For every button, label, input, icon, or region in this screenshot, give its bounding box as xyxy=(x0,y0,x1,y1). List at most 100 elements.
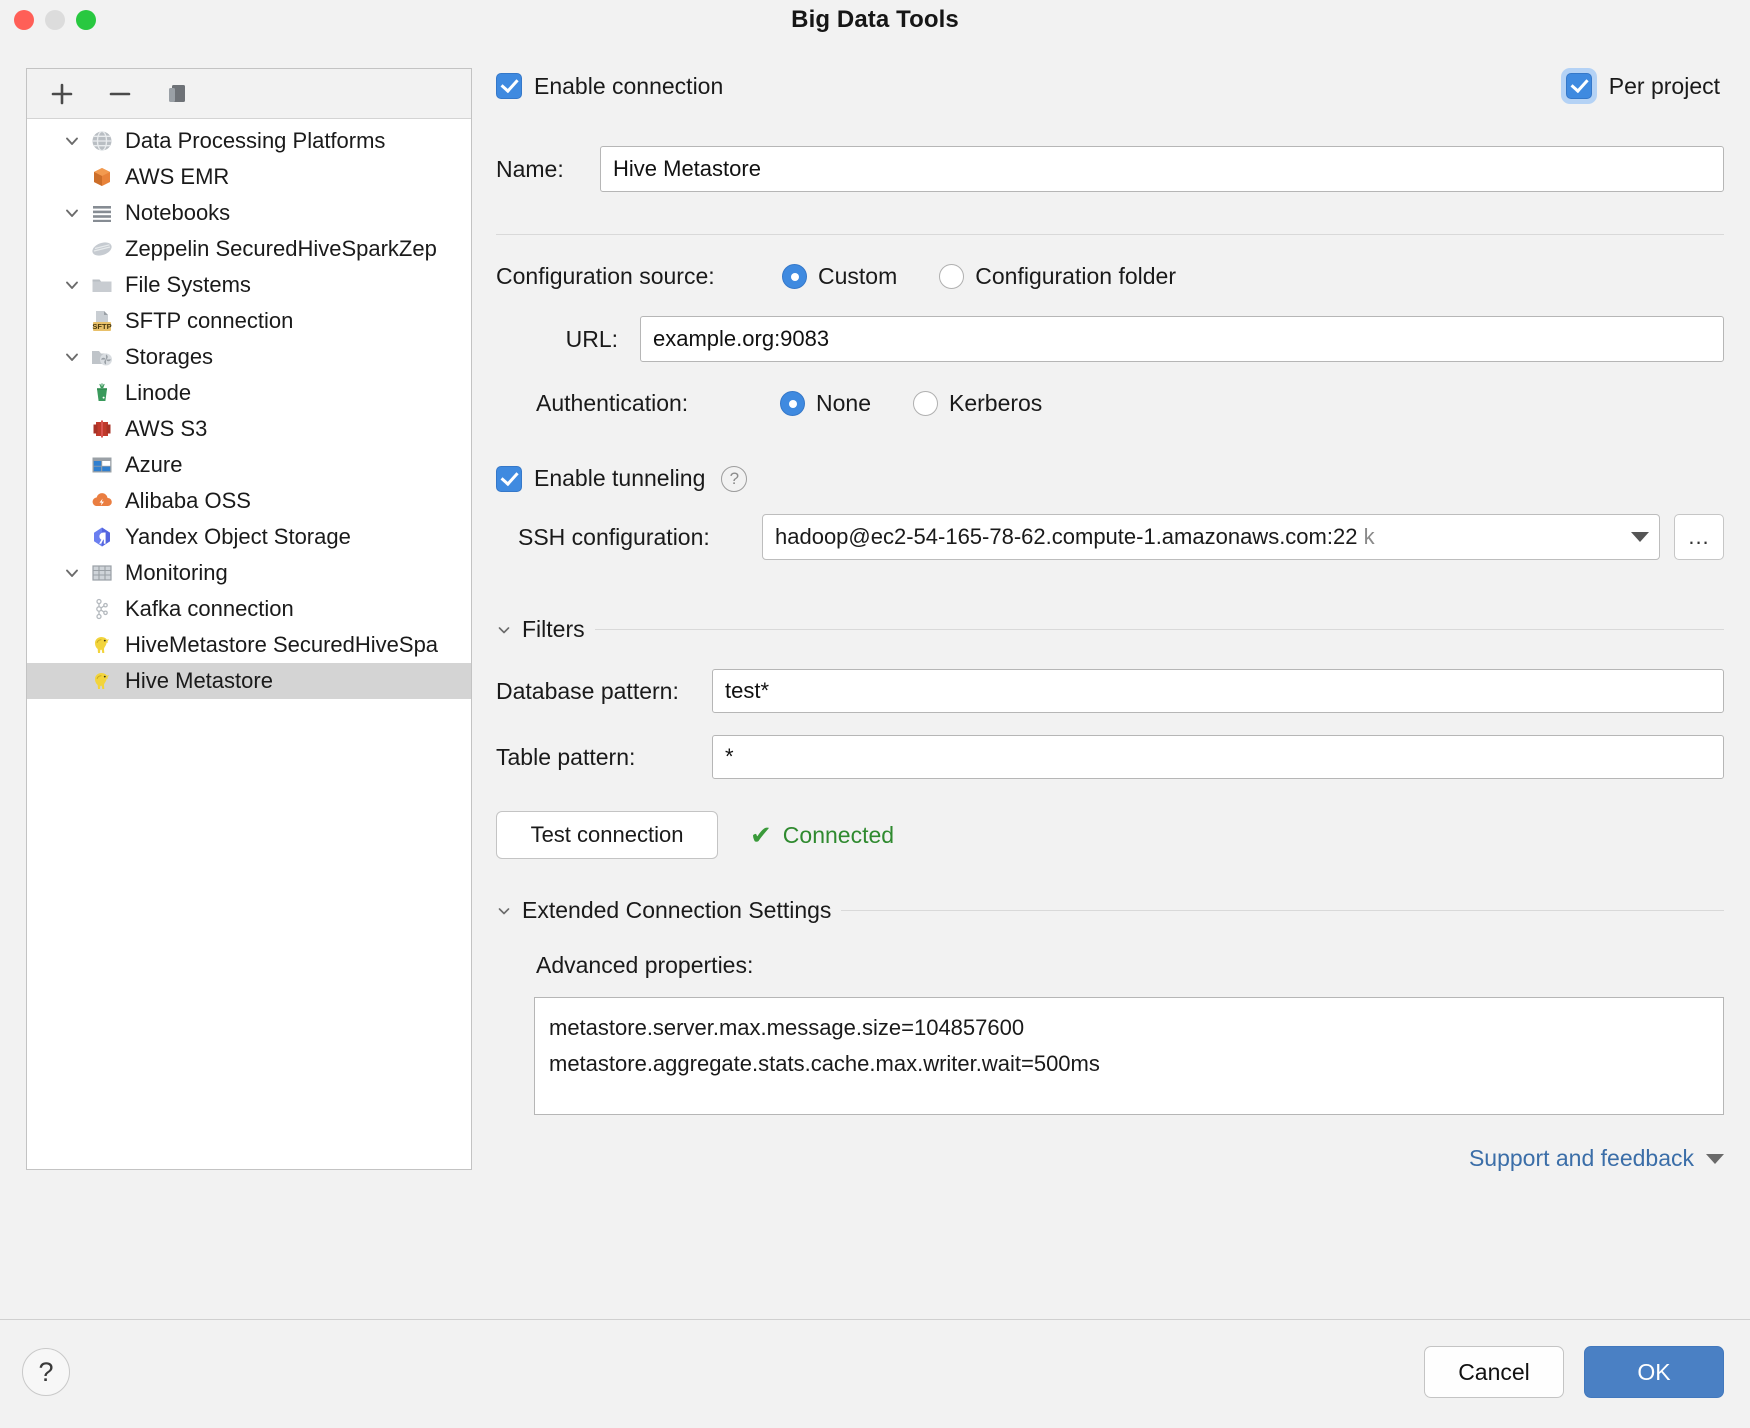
radio-button[interactable] xyxy=(780,391,805,416)
advanced-properties-textarea[interactable]: metastore.server.max.message.size=104857… xyxy=(534,997,1724,1115)
connections-tree-panel: Data Processing Platforms AWS EMR Notebo… xyxy=(26,68,472,1170)
chevron-down-icon[interactable] xyxy=(57,348,87,366)
dialog-content: Data Processing Platforms AWS EMR Notebo… xyxy=(0,44,1750,1320)
configuration-source-row: Configuration source: Custom Configurati… xyxy=(496,263,1724,290)
tree-node-azure[interactable]: Azure xyxy=(27,447,471,483)
tree-node-zeppelin[interactable]: Zeppelin SecuredHiveSparkZep xyxy=(27,231,471,267)
name-row: Name: Hive Metastore xyxy=(496,146,1724,192)
tree-node-hive-metastore-secured[interactable]: HiveMetastore SecuredHiveSpa xyxy=(27,627,471,663)
chevron-down-icon[interactable] xyxy=(57,276,87,294)
svg-text:SFTP: SFTP xyxy=(92,322,111,331)
azure-icon xyxy=(87,451,117,479)
section-rule xyxy=(841,910,1724,911)
window-title: Big Data Tools xyxy=(0,6,1750,34)
tree-node-label: SFTP connection xyxy=(125,308,293,334)
support-and-feedback-link[interactable]: Support and feedback xyxy=(1469,1145,1724,1172)
radio-none[interactable]: None xyxy=(780,390,871,417)
filters-title: Filters xyxy=(522,616,585,643)
enable-connection-label: Enable connection xyxy=(534,73,723,100)
tree-node-monitoring[interactable]: Monitoring xyxy=(27,555,471,591)
test-connection-button[interactable]: Test connection xyxy=(496,811,718,859)
tree-node-sftp-connection[interactable]: SFTP SFTP connection xyxy=(27,303,471,339)
table-pattern-row: Table pattern: * xyxy=(496,735,1724,779)
radio-kerberos[interactable]: Kerberos xyxy=(913,390,1042,417)
chevron-down-icon[interactable] xyxy=(57,564,87,582)
radio-configuration-folder[interactable]: Configuration folder xyxy=(939,263,1176,290)
ssh-browse-button[interactable]: ... xyxy=(1674,514,1724,560)
radio-button[interactable] xyxy=(782,264,807,289)
radio-configuration-folder-label: Configuration folder xyxy=(975,263,1176,290)
advanced-property-line: metastore.aggregate.stats.cache.max.writ… xyxy=(549,1046,1709,1082)
test-connection-row: Test connection ✔ Connected xyxy=(496,811,1724,859)
section-rule xyxy=(595,629,1724,630)
url-label: URL: xyxy=(496,326,640,353)
yandex-icon xyxy=(87,523,117,551)
folder-icon xyxy=(87,271,117,299)
footer-actions: Cancel OK xyxy=(1424,1346,1724,1398)
tree-node-yandex-object-storage[interactable]: Yandex Object Storage xyxy=(27,519,471,555)
tree-node-label: Yandex Object Storage xyxy=(125,524,351,550)
tree-node-file-systems[interactable]: File Systems xyxy=(27,267,471,303)
per-project-checkbox[interactable]: Per project xyxy=(1561,68,1720,104)
tree-toolbar xyxy=(27,69,471,119)
enable-tunneling-checkbox[interactable]: Enable tunneling xyxy=(496,465,705,492)
check-icon: ✔ xyxy=(750,822,772,848)
chevron-down-icon[interactable] xyxy=(1631,532,1649,542)
table-pattern-label: Table pattern: xyxy=(496,744,712,771)
cancel-button[interactable]: Cancel xyxy=(1424,1346,1564,1398)
checkbox-box[interactable] xyxy=(1566,73,1592,99)
url-input[interactable]: example.org:9083 xyxy=(640,316,1724,362)
chevron-down-icon[interactable] xyxy=(57,204,87,222)
tree-node-label: Zeppelin SecuredHiveSparkZep xyxy=(125,236,437,262)
tree-node-hive-metastore[interactable]: Hive Metastore xyxy=(27,663,471,699)
checkbox-box[interactable] xyxy=(496,466,522,492)
aws-emr-icon xyxy=(87,163,117,191)
tree-node-kafka-connection[interactable]: Kafka connection xyxy=(27,591,471,627)
title-bar: Big Data Tools xyxy=(0,0,1750,44)
tree-node-label: AWS EMR xyxy=(125,164,229,190)
tree-node-aws-s3[interactable]: AWS S3 xyxy=(27,411,471,447)
connection-status: ✔ Connected xyxy=(750,822,894,849)
chevron-down-icon[interactable] xyxy=(57,132,87,150)
enable-tunneling-label: Enable tunneling xyxy=(534,465,705,492)
connections-tree[interactable]: Data Processing Platforms AWS EMR Notebo… xyxy=(27,119,471,699)
tree-node-notebooks[interactable]: Notebooks xyxy=(27,195,471,231)
ssh-configuration-label: SSH configuration: xyxy=(496,524,762,551)
copy-connection-button[interactable] xyxy=(161,77,195,111)
add-connection-button[interactable] xyxy=(45,77,79,111)
name-input[interactable]: Hive Metastore xyxy=(600,146,1724,192)
tree-node-label: Storages xyxy=(125,344,213,370)
ssh-configuration-dropdown[interactable]: hadoop@ec2-54-165-78-62.compute-1.amazon… xyxy=(762,514,1660,560)
ok-button[interactable]: OK xyxy=(1584,1346,1724,1398)
tree-node-label: Linode xyxy=(125,380,191,406)
tree-node-aws-emr[interactable]: AWS EMR xyxy=(27,159,471,195)
checkbox-box[interactable] xyxy=(496,73,522,99)
remove-connection-button[interactable] xyxy=(103,77,137,111)
enable-connection-checkbox[interactable]: Enable connection xyxy=(496,73,723,100)
radio-button[interactable] xyxy=(939,264,964,289)
tree-node-label: AWS S3 xyxy=(125,416,207,442)
table-pattern-input[interactable]: * xyxy=(712,735,1724,779)
tree-node-label: Notebooks xyxy=(125,200,230,226)
radio-custom[interactable]: Custom xyxy=(782,263,897,290)
filters-section-header[interactable]: Filters xyxy=(496,616,1724,643)
hive-icon xyxy=(87,667,117,695)
authentication-row: Authentication: None Kerberos xyxy=(496,390,1724,417)
help-button[interactable]: ? xyxy=(22,1348,70,1396)
ssh-configuration-value-suffix: k xyxy=(1364,524,1375,549)
tree-node-linode[interactable]: Linode xyxy=(27,375,471,411)
collapse-chevron-icon[interactable] xyxy=(496,903,512,919)
extended-settings-section-header[interactable]: Extended Connection Settings xyxy=(496,897,1724,924)
dialog-footer: ? Cancel OK xyxy=(0,1319,1750,1428)
extended-settings-title: Extended Connection Settings xyxy=(522,897,831,924)
radio-button[interactable] xyxy=(913,391,938,416)
tree-node-alibaba-oss[interactable]: Alibaba OSS xyxy=(27,483,471,519)
tree-node-data-processing-platforms[interactable]: Data Processing Platforms xyxy=(27,123,471,159)
tree-node-storages[interactable]: Storages xyxy=(27,339,471,375)
chevron-down-icon[interactable] xyxy=(1706,1154,1724,1164)
tree-node-label: Alibaba OSS xyxy=(125,488,251,514)
tunneling-help-icon[interactable]: ? xyxy=(721,466,747,492)
globe-icon xyxy=(87,127,117,155)
collapse-chevron-icon[interactable] xyxy=(496,622,512,638)
database-pattern-input[interactable]: test* xyxy=(712,669,1724,713)
